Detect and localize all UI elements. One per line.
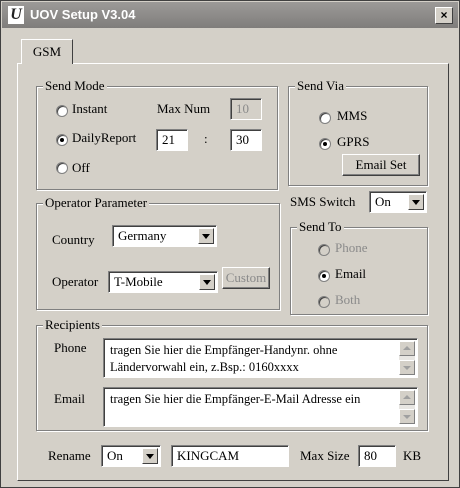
country-select[interactable]: Germany [112,225,217,247]
recipient-email-textarea[interactable]: tragen Sie hier die Empfänger-E-Mail Adr… [103,387,418,427]
title-bar[interactable]: U UOV Setup V3.04 × [2,2,458,28]
send-to-both-label: Both [335,292,361,307]
send-to-both-radio[interactable] [318,296,330,308]
max-size-label: Max Size [300,448,350,463]
recipient-phone-label: Phone [54,340,87,355]
rename-name-field[interactable]: KINGCAM [171,445,289,467]
app-logo-icon: U [8,6,24,24]
recipient-phone-textarea[interactable]: tragen Sie hier die Empfänger-Handynr. o… [103,338,418,378]
instant-label: Instant [72,101,108,116]
instant-radio[interactable] [56,105,68,117]
rename-value: On [107,448,123,463]
rename-label: Rename [48,448,91,463]
chevron-down-icon[interactable] [142,448,158,464]
scroll-up-icon[interactable] [399,341,415,356]
send-to-phone-radio[interactable] [318,244,330,256]
send-via-legend: Send Via [295,78,347,94]
send-to-email-label: Email [335,266,367,281]
sms-switch-label: SMS Switch [290,194,356,209]
max-num-label: Max Num [157,101,211,116]
gprs-radio[interactable] [319,138,331,150]
gprs-label: GPRS [337,134,370,149]
email-set-button[interactable]: Email Set [342,154,420,176]
email-scrollbar[interactable] [399,390,415,424]
daily-report-radio[interactable] [56,134,68,146]
rename-select[interactable]: On [101,445,161,467]
scroll-down-icon[interactable] [399,360,415,375]
chevron-down-icon[interactable] [198,228,214,244]
sms-switch-select[interactable]: On [369,191,427,213]
close-button[interactable]: × [435,7,453,24]
operator-group: Operator Parameter [36,195,280,310]
scroll-up-icon[interactable] [399,390,415,405]
mms-radio[interactable] [319,112,331,124]
send-to-legend: Send To [297,219,344,235]
max-num-field[interactable]: 10 [230,98,262,120]
country-value: Germany [118,228,167,243]
sms-switch-value: On [375,194,391,209]
mms-label: MMS [337,108,368,123]
hour-field[interactable]: 21 [156,129,188,151]
tab-gsm[interactable]: GSM [21,39,73,64]
recipients-legend: Recipients [43,317,102,333]
max-size-field[interactable]: 80 [358,445,396,467]
scroll-down-icon[interactable] [399,409,415,424]
daily-report-label: DailyReport [72,130,137,145]
send-to-email-radio[interactable] [318,270,330,282]
time-separator: : [204,131,208,146]
off-radio[interactable] [56,162,68,174]
recipient-phone-text: tragen Sie hier die Empfänger-Handynr. o… [110,343,338,374]
chevron-down-icon[interactable] [199,274,215,290]
custom-button[interactable]: Custom [222,267,270,289]
setup-window: U UOV Setup V3.04 × GSM Send Mode Instan… [0,0,460,488]
operator-value: T-Mobile [114,274,163,289]
minute-field[interactable]: 30 [230,129,262,151]
off-label: Off [72,160,90,175]
recipient-email-text: tragen Sie hier die Empfänger-E-Mail Adr… [110,392,361,406]
phone-scrollbar[interactable] [399,341,415,375]
operator-select[interactable]: T-Mobile [108,271,218,293]
window-title: UOV Setup V3.04 [30,7,136,22]
country-label: Country [52,232,95,247]
chevron-down-icon[interactable] [408,194,424,210]
recipient-email-label: Email [54,391,86,406]
send-mode-legend: Send Mode [43,78,107,94]
operator-label: Operator [52,274,99,289]
max-size-unit: KB [403,448,422,463]
operator-legend: Operator Parameter [43,195,150,211]
send-to-phone-label: Phone [335,240,368,255]
